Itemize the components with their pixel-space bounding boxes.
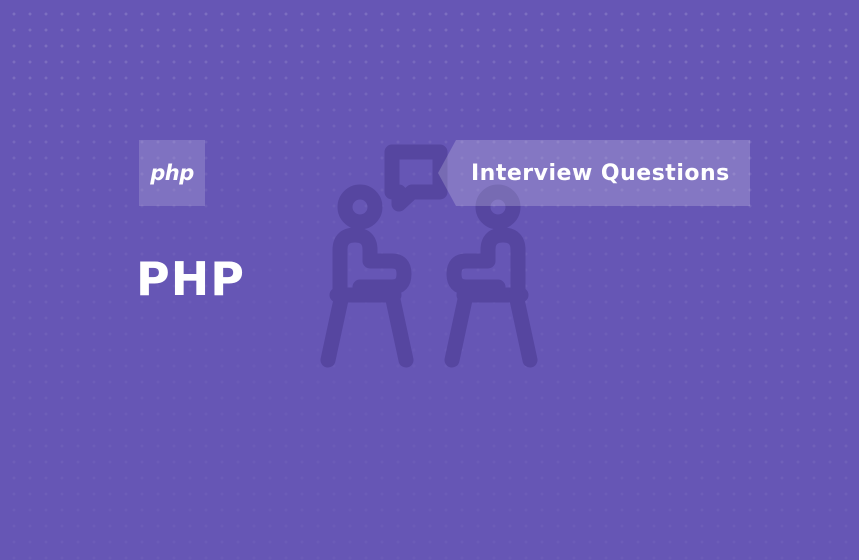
- php-logo-badge: php: [139, 140, 205, 206]
- interview-questions-tag: Interview Questions: [438, 140, 750, 206]
- interview-questions-label: Interview Questions: [471, 160, 730, 186]
- page-title: PHP: [136, 252, 245, 306]
- php-logo-text: php: [150, 161, 194, 185]
